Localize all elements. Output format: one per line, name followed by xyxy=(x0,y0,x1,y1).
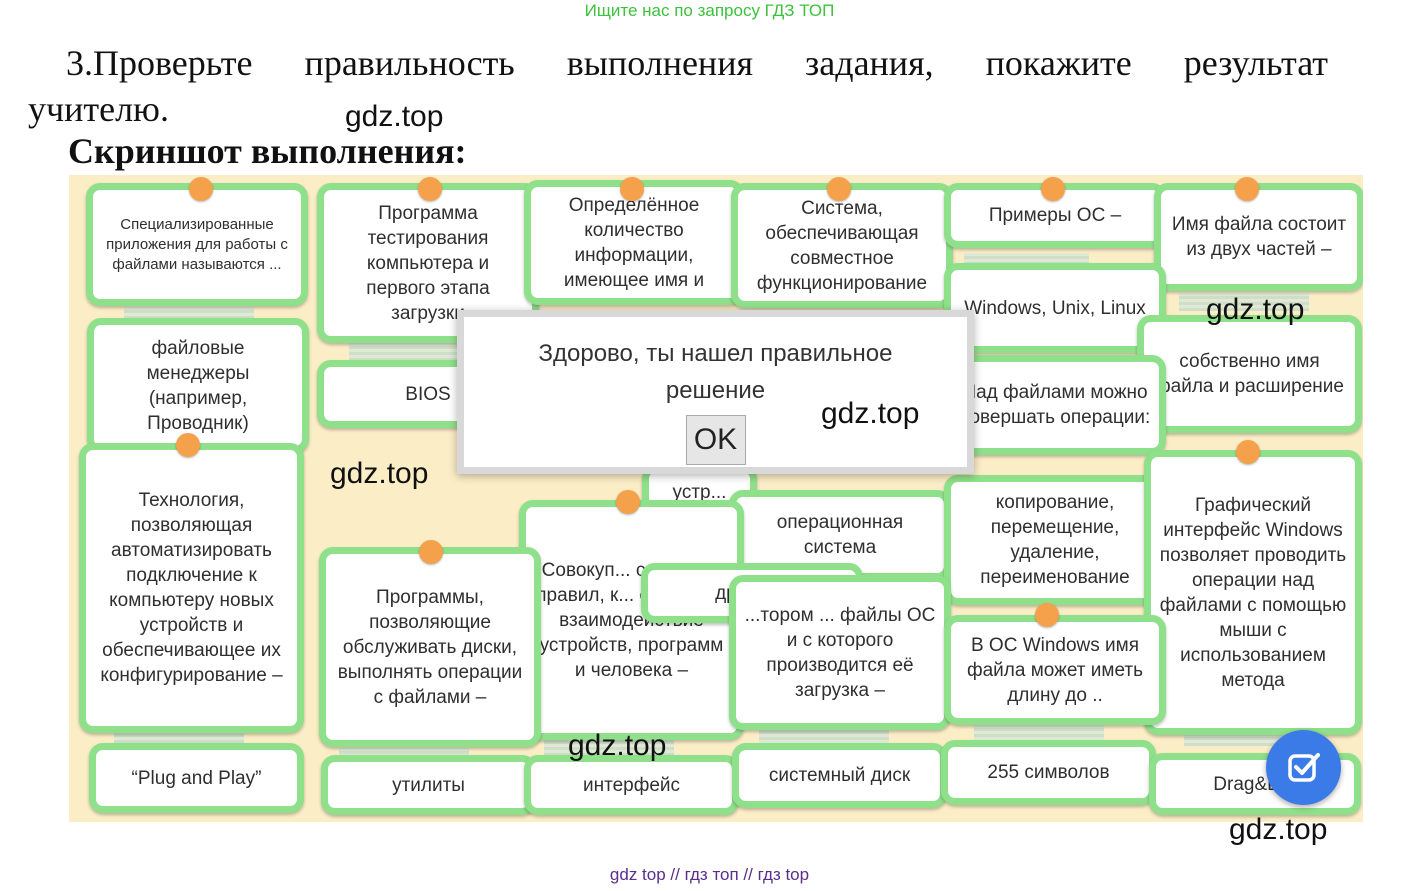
watermark: gdz.top xyxy=(345,100,444,133)
question-card[interactable]: Специализированные приложения для работы… xyxy=(86,183,308,306)
question-card[interactable]: Система, обеспечивающая совместное функц… xyxy=(731,183,953,308)
pin-decoration xyxy=(418,177,442,201)
question-card[interactable]: Технология, позволяющая автоматизировать… xyxy=(79,443,304,733)
watermark: gdz.top xyxy=(1229,813,1328,846)
question-card[interactable]: Над файлами можно совершать операции: xyxy=(944,355,1166,455)
task-line-2: учителю. xyxy=(28,89,169,129)
task-line-1: 3.Проверьте правильность выполнения зада… xyxy=(28,40,1328,86)
answer-card[interactable]: интерфейс xyxy=(524,755,739,815)
tape-decoration xyxy=(349,343,474,361)
answer-card[interactable]: 255 символов xyxy=(941,740,1156,805)
success-dialog: Здорово, ты нашел правильное решение OK xyxy=(457,310,974,474)
answer-card[interactable]: системный диск xyxy=(732,743,947,808)
top-banner: Ищите нас по запросу ГДЗ ТОП xyxy=(584,1,835,20)
answer-card[interactable]: копирование, перемещение, удаление, пере… xyxy=(944,475,1166,605)
watermark: gdz.top xyxy=(821,397,920,430)
watermark: gdz.top xyxy=(568,729,667,762)
screenshot-title: Скриншот выполнения: xyxy=(68,131,467,171)
pin-decoration xyxy=(1041,177,1065,201)
pin-decoration xyxy=(616,490,640,514)
pin-decoration xyxy=(1035,603,1059,627)
answer-card[interactable]: файловые менеджеры (например, Проводник) xyxy=(87,318,309,453)
ok-button[interactable]: OK xyxy=(685,415,746,465)
answer-card[interactable]: утилиты xyxy=(321,755,536,815)
task-word: покажите xyxy=(985,43,1132,83)
check-square-icon xyxy=(1287,752,1320,782)
task-word: задания, xyxy=(805,43,934,83)
pin-decoration xyxy=(189,177,213,201)
question-card[interactable]: ...тором ... файлы ОС и с которого произ… xyxy=(729,575,951,730)
question-card[interactable]: В ОС Windows имя файла может иметь длину… xyxy=(944,615,1166,725)
task-word: 3.Проверьте xyxy=(66,43,253,83)
task-text: 3.Проверьте правильность выполнения зада… xyxy=(28,40,1328,132)
game-board: ✕✕ Специализированные приложения для раб… xyxy=(69,175,1363,822)
answer-card[interactable]: Windows, Unix, Linux xyxy=(944,263,1166,353)
task-word: правильность xyxy=(304,43,515,83)
bottom-links[interactable]: gdz top // гдз топ // гдз top xyxy=(0,865,1419,885)
task-word: выполнения xyxy=(566,43,754,83)
check-button[interactable] xyxy=(1266,730,1341,805)
task-word: результат xyxy=(1183,43,1328,83)
pin-decoration xyxy=(176,433,200,457)
watermark: gdz.top xyxy=(1206,293,1305,326)
pin-decoration xyxy=(1235,177,1259,201)
answer-card[interactable]: собственно имя файла и расширение xyxy=(1137,315,1362,433)
pin-decoration xyxy=(827,177,851,201)
watermark: gdz.top xyxy=(330,457,429,490)
pin-decoration xyxy=(419,540,443,564)
question-card[interactable]: Имя файла состоит из двух частей – xyxy=(1154,183,1363,291)
question-card[interactable]: Программы, позволяющие обслуживать диски… xyxy=(319,547,541,747)
question-card[interactable]: Графический интерфейс Windows позволяет … xyxy=(1144,450,1362,735)
pin-decoration xyxy=(620,177,644,201)
answer-card[interactable]: “Plug and Play” xyxy=(89,743,304,813)
pin-decoration xyxy=(1236,440,1260,464)
